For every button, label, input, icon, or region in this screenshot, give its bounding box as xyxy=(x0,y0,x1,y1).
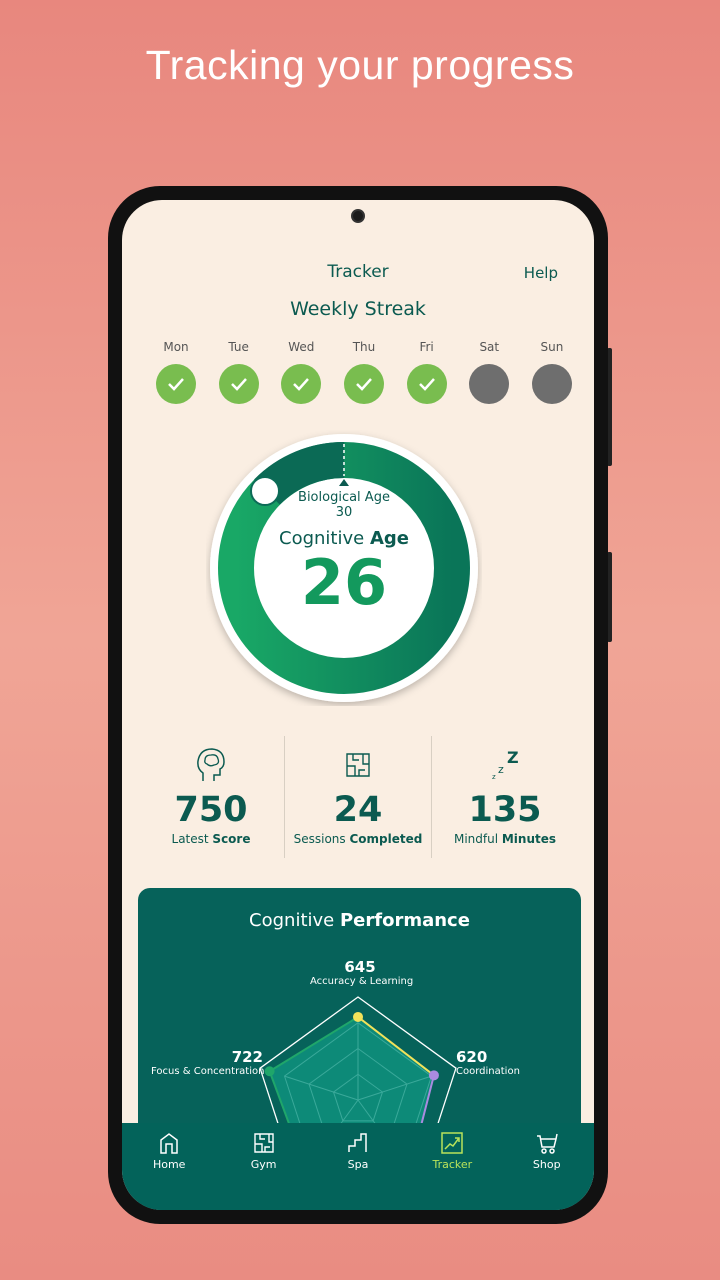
stat-value: 24 xyxy=(333,790,383,830)
streak-day: Mon xyxy=(154,340,198,404)
stat-label-bold: Completed xyxy=(349,832,423,846)
bottom-nav: Home Gym Spa Tracker Shop xyxy=(122,1123,594,1210)
axis-label-focus: 722 Focus & Concentration xyxy=(151,1048,265,1077)
streak-day: Sat xyxy=(467,340,511,404)
camera-icon xyxy=(351,209,365,223)
stat-label: Mindful xyxy=(453,832,502,846)
axis-label-accuracy: 645 Accuracy & Learning xyxy=(310,958,414,987)
stat-sessions: 24 Sessions Completed xyxy=(284,736,431,858)
home-icon xyxy=(160,1133,178,1154)
axis-name: Coordination xyxy=(456,1066,520,1077)
maze-icon xyxy=(253,1133,274,1153)
nav-label: Spa xyxy=(347,1158,369,1171)
day-missed-dot xyxy=(469,364,510,404)
nav-item-shop[interactable]: Shop xyxy=(512,1131,582,1210)
axis-name: Accuracy & Learning xyxy=(310,976,414,987)
phone-frame: Tracker Help Weekly Streak Mon Tue Wed Thu F… xyxy=(108,186,608,1224)
day-complete-dot xyxy=(156,364,196,404)
axis-name: Focus & Concentration xyxy=(151,1066,265,1077)
radar-point xyxy=(353,1011,363,1022)
nav-label: Gym xyxy=(250,1158,277,1171)
streak-day: Wed xyxy=(279,340,323,404)
axis-label-coordination: 620 Coordination xyxy=(456,1048,520,1077)
nav-label: Home xyxy=(152,1158,186,1171)
cart-icon xyxy=(536,1133,558,1154)
day-missed-dot xyxy=(531,364,572,404)
streak-day: Fri xyxy=(405,340,449,404)
day-label: Sun xyxy=(540,340,564,354)
stat-value: 135 xyxy=(468,790,542,830)
stat-value: 750 xyxy=(174,790,248,830)
radar-point xyxy=(428,1070,439,1081)
help-link[interactable]: Help xyxy=(524,264,558,282)
check-icon xyxy=(293,378,310,391)
stat-label: Latest xyxy=(171,832,213,846)
svg-text:z: z xyxy=(498,763,504,776)
day-complete-dot xyxy=(218,364,259,404)
cognitive-age-value: 26 xyxy=(300,546,388,619)
day-label: Tue xyxy=(228,340,249,354)
sleep-zzz-icon: zzZ xyxy=(492,748,519,781)
nav-item-home[interactable]: Home xyxy=(134,1131,204,1210)
check-icon xyxy=(230,378,247,391)
check-icon xyxy=(418,378,435,391)
headline: Tracking your progress xyxy=(145,42,575,88)
check-icon xyxy=(356,378,372,391)
nav-item-tracker[interactable]: Tracker xyxy=(417,1131,487,1210)
day-label: Sat xyxy=(479,340,500,354)
svg-text:z: z xyxy=(492,773,496,781)
stats-row: 750 Latest Score 24 Sessions Completed z… xyxy=(138,736,578,858)
brain-head-icon xyxy=(197,748,225,781)
stat-label: Sessions xyxy=(293,832,350,846)
nav-label: Tracker xyxy=(432,1158,473,1171)
stat-mindful-minutes: zzZ 135 Mindful Minutes xyxy=(431,736,578,858)
day-label: Wed xyxy=(288,340,315,354)
axis-value: 722 xyxy=(231,1048,263,1066)
day-complete-dot xyxy=(406,364,447,404)
streak-day: Tue xyxy=(217,340,261,404)
stat-label-bold: Minutes xyxy=(501,832,557,846)
day-label: Thu xyxy=(352,340,376,354)
weekly-streak-title: Weekly Streak xyxy=(290,298,426,320)
stairs-icon xyxy=(348,1133,367,1152)
age-text: Biological Age 30 Cognitive Age 26 xyxy=(206,490,482,617)
app-screen: Tracker Help Weekly Streak Mon Tue Wed Thu F… xyxy=(122,200,594,1210)
check-icon xyxy=(168,378,184,391)
biological-age-value: 30 xyxy=(335,505,353,520)
maze-icon xyxy=(346,753,370,777)
biological-age-label: Biological Age xyxy=(298,490,390,505)
day-label: Fri xyxy=(419,340,434,354)
streak-day: Sun xyxy=(530,340,574,404)
day-complete-dot xyxy=(343,364,384,404)
streak-day: Thu xyxy=(342,340,386,404)
radar-point xyxy=(264,1066,275,1077)
nav-item-gym[interactable]: Gym xyxy=(229,1131,299,1210)
axis-value: 645 xyxy=(344,958,376,976)
nav-label: Shop xyxy=(532,1158,561,1171)
stat-latest-score: 750 Latest Score xyxy=(138,736,284,858)
chart-up-icon xyxy=(441,1132,464,1154)
day-complete-dot xyxy=(281,364,322,404)
svg-text:Z: Z xyxy=(507,748,519,767)
streak-days: Mon Tue Wed Thu Fri Sat Sun xyxy=(154,340,574,404)
day-label: Mon xyxy=(163,340,189,354)
axis-value: 620 xyxy=(456,1048,488,1066)
nav-item-spa[interactable]: Spa xyxy=(323,1131,393,1210)
stat-label-bold: Score xyxy=(212,832,251,846)
